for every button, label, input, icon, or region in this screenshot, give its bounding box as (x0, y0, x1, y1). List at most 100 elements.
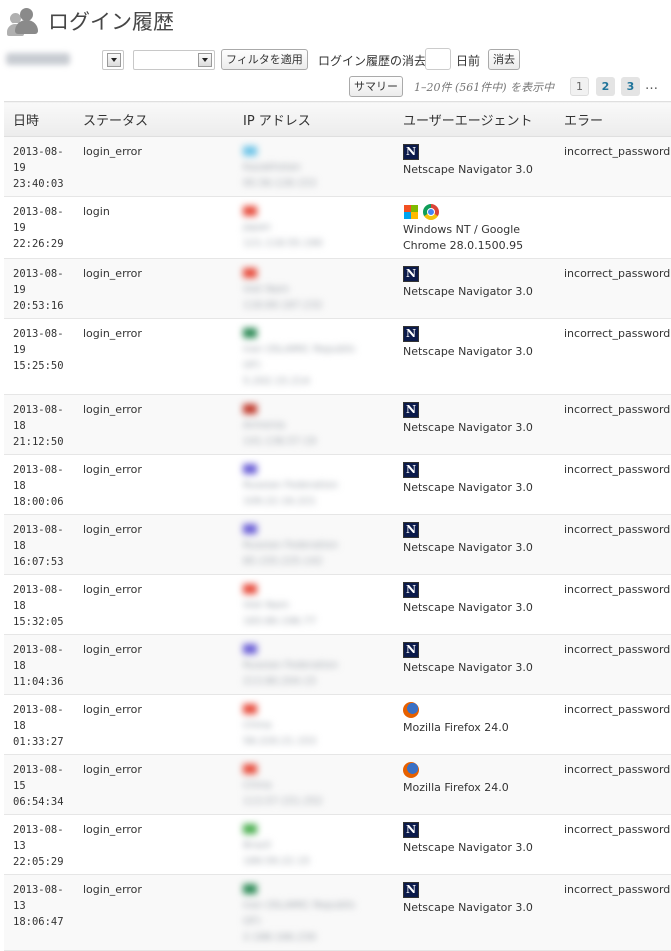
country-flag-icon (243, 268, 257, 278)
user-agent-text: Netscape Navigator 3.0 (403, 285, 533, 298)
column-user-agent[interactable]: ユーザーエージェント (394, 101, 555, 137)
date-part: 2013-08- (13, 524, 64, 536)
netscape-icon: N (403, 822, 419, 838)
table-row: 2013-08- 18 15:32:05 login_error Viet Na… (4, 574, 671, 635)
country-flag-icon (243, 524, 257, 534)
netscape-icon: N (403, 266, 419, 282)
country-flag-icon (243, 644, 257, 654)
column-status[interactable]: ステータス (74, 101, 234, 137)
status-cell: login_error (74, 574, 234, 635)
error-cell: incorrect_password (555, 574, 671, 635)
column-datetime[interactable]: 日時 (4, 101, 74, 137)
status-cell: login_error (74, 454, 234, 515)
ip-address-blurred: Viet Nam 183.80.196.77 (243, 582, 394, 630)
table-row: 2013-08- 18 01:33:27 login_error China 58… (4, 694, 671, 755)
page-1-current: 1 (570, 77, 589, 96)
date-part: 2013-08- (13, 584, 64, 596)
error-cell: incorrect_password (555, 454, 671, 515)
error-cell: incorrect_password (555, 634, 671, 695)
netscape-icon: N (403, 642, 419, 658)
page-title: ログイン履歴 (48, 10, 174, 34)
status-cell: login_error (74, 514, 234, 575)
error-cell: incorrect_password (555, 874, 671, 951)
user-agent-text: Netscape Navigator 3.0 (403, 345, 533, 358)
status-cell: login_error (74, 258, 234, 319)
status-cell: login_error (74, 634, 234, 695)
user-agent-text: Netscape Navigator 3.0 (403, 541, 533, 554)
days-input[interactable] (425, 48, 451, 70)
datetime-cell: 2013-08- 15 06:54:34 (4, 754, 74, 815)
users-icon (6, 6, 40, 37)
time-part: 19 23:40:03 (13, 162, 64, 190)
user-select[interactable] (102, 50, 124, 70)
datetime-cell: 2013-08- 18 18:00:06 (4, 454, 74, 515)
user-agent-text: Mozilla Firefox 24.0 (403, 781, 509, 794)
page-3-link[interactable]: 3 (621, 77, 640, 96)
table-row: 2013-08- 19 22:26:29 login Japan 121.118.… (4, 196, 671, 259)
error-cell: incorrect_password (555, 394, 671, 455)
ip-address-blurred: Iran (ISLAMIC Republic OF) 5.202.15.214 (243, 326, 394, 390)
apply-filter-button[interactable]: フィルタを適用 (221, 49, 308, 70)
time-part: 18 18:00:06 (13, 480, 64, 508)
date-part: 2013-08- (13, 206, 64, 218)
ip-cell: Armenia 141.136.57.19 (234, 394, 394, 455)
table-row: 2013-08- 19 15:25:50 login_error Iran (I… (4, 318, 671, 395)
windows-icon (403, 204, 419, 220)
table-row: 2013-08- 15 06:54:34 login_error China 11… (4, 754, 671, 815)
country-flag-icon (243, 704, 257, 714)
country-flag-icon (243, 464, 257, 474)
pagination-ellipsis: … (645, 78, 658, 93)
table-header-row: 日時 ステータス IP アドレス ユーザーエージェント エラー (4, 101, 671, 137)
ip-cell: Viet Nam 183.80.196.77 (234, 574, 394, 635)
column-error[interactable]: エラー (555, 101, 671, 137)
user-agent-text: Netscape Navigator 3.0 (403, 163, 533, 176)
ip-address-blurred: Viet Nam 118.69.187.232 (243, 266, 394, 314)
time-part: 19 22:26:29 (13, 222, 64, 250)
user-agent-text: Netscape Navigator 3.0 (403, 481, 533, 494)
datetime-cell: 2013-08- 18 16:07:53 (4, 514, 74, 575)
status-cell: login_error (74, 874, 234, 951)
time-part: 18 01:33:27 (13, 720, 64, 748)
user-agent-cell: N Netscape Navigator 3.0 (394, 394, 555, 455)
pagination-bar: サマリー 1–20件 (561件中) を表示中 1 2 3 … (0, 76, 671, 98)
user-agent-text: Netscape Navigator 3.0 (403, 841, 533, 854)
netscape-icon: N (403, 402, 419, 418)
page-2-link[interactable]: 2 (596, 77, 615, 96)
datetime-cell: 2013-08- 19 22:26:29 (4, 196, 74, 259)
country-flag-icon (243, 206, 257, 216)
column-ip-address[interactable]: IP アドレス (234, 101, 394, 137)
user-agent-cell: Windows NT / Google Chrome 28.0.1500.95 (394, 196, 555, 259)
country-flag-icon (243, 328, 257, 338)
page-header: ログイン履歴 (6, 4, 174, 38)
date-part: 2013-08- (13, 464, 64, 476)
country-flag-icon (243, 764, 257, 774)
ip-cell: Japan 121.118.55.190 (234, 196, 394, 259)
error-cell: incorrect_password (555, 258, 671, 319)
chrome-icon (423, 204, 439, 220)
status-cell: login_error (74, 814, 234, 875)
delete-button[interactable]: 消去 (488, 49, 520, 70)
datetime-cell: 2013-08- 18 11:04:36 (4, 634, 74, 695)
ip-cell: Kazakhstan 95.56.128.153 (234, 136, 394, 197)
user-agent-cell: Mozilla Firefox 24.0 (394, 694, 555, 755)
status-select[interactable] (133, 50, 215, 70)
time-part: 13 18:06:47 (13, 900, 64, 928)
ip-cell: Brazil 189.59.22.15 (234, 814, 394, 875)
country-flag-icon (243, 824, 257, 834)
time-part: 18 15:32:05 (13, 600, 64, 628)
summary-button[interactable]: サマリー (349, 76, 403, 97)
user-agent-cell: N Netscape Navigator 3.0 (394, 454, 555, 515)
date-part: 2013-08- (13, 146, 64, 158)
datetime-cell: 2013-08- 18 15:32:05 (4, 574, 74, 635)
datetime-cell: 2013-08- 13 18:06:47 (4, 874, 74, 951)
status-cell: login_error (74, 318, 234, 395)
user-agent-cell: N Netscape Navigator 3.0 (394, 874, 555, 951)
firefox-icon (403, 762, 419, 778)
ip-cell: Russian Federation 213.80.204.15 (234, 634, 394, 695)
displaying-count: 1–20件 (561件中) を表示中 (414, 81, 555, 94)
datetime-cell: 2013-08- 18 01:33:27 (4, 694, 74, 755)
error-cell: incorrect_password (555, 136, 671, 197)
netscape-icon: N (403, 326, 419, 342)
time-part: 19 20:53:16 (13, 284, 64, 312)
date-part: 2013-08- (13, 644, 64, 656)
